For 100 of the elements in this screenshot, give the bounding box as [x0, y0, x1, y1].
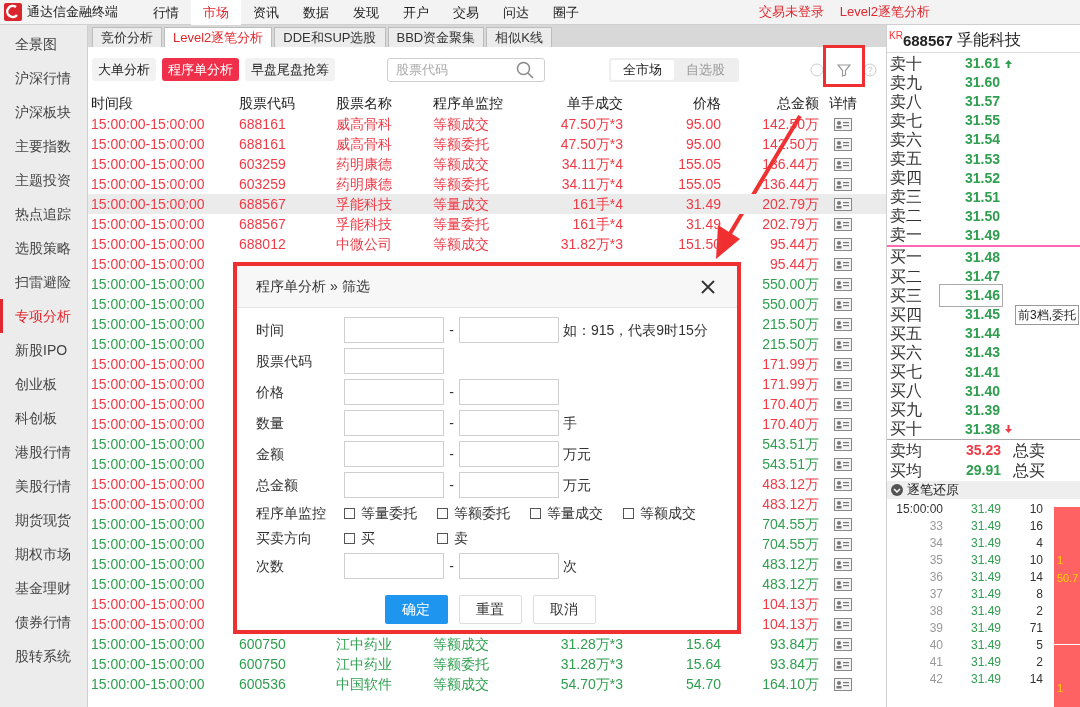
tick-price: 31.49 — [969, 501, 1001, 519]
table-cell: 161手*4 — [572, 195, 623, 212]
table-cell: 江中药业 — [336, 655, 392, 672]
level-label: 卖十 — [889, 53, 923, 74]
table-cell: 483.12万 — [762, 495, 819, 512]
table-cell: 等额成交 — [433, 155, 489, 172]
table-cell: 54.70万*3 — [560, 675, 623, 692]
level-label: 买四 — [889, 304, 923, 325]
table-cell: 31.49 — [685, 195, 721, 212]
summary-note: 总卖 — [1013, 440, 1045, 461]
field-label: 程序单监控 — [256, 503, 327, 523]
level-label: 买六 — [889, 342, 923, 363]
table-cell: 江中药业 — [336, 635, 392, 652]
table-cell: 药明康德 — [336, 175, 392, 192]
table-cell: 54.70 — [685, 675, 721, 692]
table-cell: 药明康德 — [336, 155, 392, 172]
tick-time: 15:00:00 — [895, 501, 943, 519]
table-cell: 104.13万 — [762, 595, 819, 612]
table-cell: 202.79万 — [762, 215, 819, 232]
tick-time: 40 — [928, 637, 943, 655]
field-note: 如：915，代表9时15分 — [563, 320, 708, 340]
level-label: 买十 — [889, 419, 923, 440]
table-cell: 155.05 — [678, 155, 721, 172]
tick-volume: 8 — [1035, 586, 1043, 604]
level-label: 卖三 — [889, 187, 923, 208]
table-cell: 603259 — [239, 155, 286, 172]
table-cell: 550.00万 — [762, 275, 819, 292]
section-title: 逐笔还原 — [907, 481, 959, 500]
tick-price: 31.49 — [969, 518, 1001, 536]
table-cell: 543.51万 — [762, 435, 819, 452]
tooltip: 前3档,委托 — [1015, 305, 1079, 326]
table-cell: 15.64 — [685, 655, 721, 672]
table-cell: 202.79万 — [762, 195, 819, 212]
app-title: 通达信金融终端 — [27, 3, 119, 22]
table-cell: 47.50万*3 — [560, 135, 623, 152]
table-cell: 600750 — [239, 655, 286, 672]
field-note: 万元 — [563, 475, 591, 495]
table-cell: 600750 — [239, 635, 286, 652]
level-label: 买五 — [889, 323, 923, 344]
table-cell: 15:00:00-15:00:00 — [91, 195, 205, 212]
tick-time: 33 — [928, 518, 943, 536]
table-cell: 161手*4 — [572, 215, 623, 232]
tick-price: 31.49 — [969, 654, 1001, 672]
table-cell: 等额委托 — [433, 135, 489, 152]
block-text: 50.7 — [1057, 570, 1080, 586]
table-cell: 15.64 — [685, 635, 721, 652]
table-cell: 31.49 — [685, 215, 721, 232]
tick-volume: 16 — [1028, 518, 1043, 536]
table-cell: 164.10万 — [762, 675, 819, 692]
tick-time: 38 — [928, 603, 943, 621]
table-cell: 15:00:00-15:00:00 — [91, 555, 205, 572]
table-cell: 170.40万 — [762, 395, 819, 412]
summary-label: 卖均 — [889, 440, 923, 461]
level-label: 卖四 — [889, 168, 923, 189]
table-cell: 15:00:00-15:00:00 — [91, 135, 205, 152]
table-cell: 孚能科技 — [336, 195, 392, 212]
tick-time: 41 — [928, 654, 943, 672]
level-label: 卖一 — [889, 225, 923, 246]
level-label: 买一 — [889, 247, 923, 268]
field-note: 手 — [563, 413, 577, 433]
table-cell: 15:00:00-15:00:00 — [91, 595, 205, 612]
table-cell: 威高骨科 — [336, 115, 392, 132]
table-cell: 550.00万 — [762, 295, 819, 312]
tick-volume: 71 — [1028, 620, 1043, 638]
range-dash: - — [448, 320, 455, 340]
tick-time: 39 — [928, 620, 943, 638]
tick-price: 31.49 — [969, 535, 1001, 553]
tick-volume: 14 — [1028, 569, 1043, 587]
table-cell: 等额成交 — [433, 115, 489, 132]
field-label: 股票代码 — [256, 351, 313, 371]
level-label: 卖五 — [889, 149, 923, 169]
tick-price: 31.49 — [969, 586, 1001, 604]
market-label: KR — [889, 29, 903, 41]
level-label: 买八 — [889, 381, 923, 402]
block-text: 1 — [1057, 680, 1065, 696]
level-label: 卖九 — [889, 72, 923, 93]
table-cell: 15:00:00-15:00:00 — [91, 495, 205, 512]
level-label: 卖六 — [889, 129, 923, 150]
summary-label: 买均 — [889, 460, 923, 481]
tick-time: 35 — [928, 552, 943, 570]
table-cell: 等额委托 — [433, 655, 489, 672]
table-cell: 95.44万 — [769, 255, 819, 272]
tick-price: 31.49 — [969, 637, 1001, 655]
tick-price: 31.49 — [969, 603, 1001, 621]
dialog-title: 程序单分析 » 筛选 — [256, 277, 370, 296]
table-cell: 15:00:00-15:00:00 — [91, 215, 205, 232]
table-cell: 483.12万 — [762, 475, 819, 492]
table-cell: 15:00:00-15:00:00 — [91, 575, 205, 592]
range-dash: - — [448, 413, 455, 433]
table-cell: 15:00:00-15:00:00 — [91, 355, 205, 372]
table-cell: 483.12万 — [762, 575, 819, 592]
table-cell: 15:00:00-15:00:00 — [91, 455, 205, 472]
level-label: 卖七 — [889, 110, 923, 131]
table-cell: 215.50万 — [762, 335, 819, 352]
table-cell: 31.82万*3 — [560, 235, 623, 252]
level-label: 卖二 — [889, 206, 923, 227]
table-cell: 47.50万*3 — [560, 115, 623, 132]
level-label: 买三 — [889, 285, 923, 306]
tick-volume: 14 — [1028, 671, 1043, 689]
table-cell: 等额委托 — [433, 175, 489, 192]
